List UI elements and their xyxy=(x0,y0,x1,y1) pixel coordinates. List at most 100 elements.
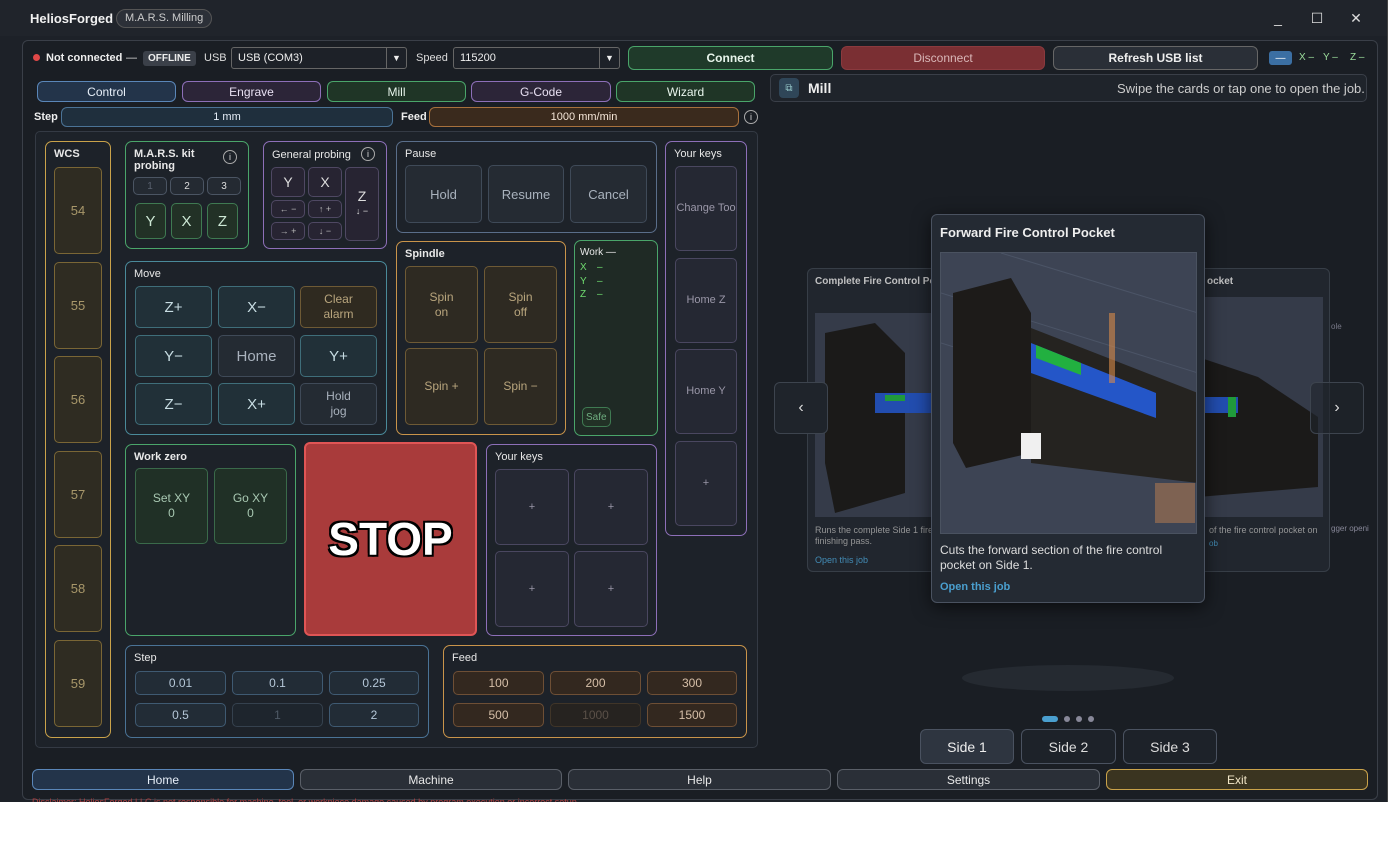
job-card-right[interactable]: ocket ole of the fire control pocket on … xyxy=(1190,268,1342,572)
custom-key-2[interactable]: + xyxy=(574,469,648,545)
footer-help-button[interactable]: Help xyxy=(568,769,831,790)
speed-select-value: 115200 xyxy=(460,52,496,64)
wcs-58-button[interactable]: 58 xyxy=(54,545,102,632)
step-001-button[interactable]: 0.01 xyxy=(135,671,226,695)
wcs-56-button[interactable]: 56 xyxy=(54,356,102,443)
custom-key-1[interactable]: + xyxy=(495,469,569,545)
spin-minus-button[interactable]: Spin − xyxy=(484,348,557,425)
set-xy-zero-button[interactable]: Set XY 0 xyxy=(135,468,208,544)
safe-button[interactable]: Safe xyxy=(582,407,611,427)
close-window-button[interactable]: ✕ xyxy=(1346,8,1366,28)
carousel-dot[interactable] xyxy=(1064,716,1070,722)
feed-value-field[interactable]: 1000 mm/min xyxy=(429,107,739,127)
minimize-button[interactable]: _ xyxy=(1268,8,1288,28)
carousel-dot[interactable] xyxy=(1076,716,1082,722)
job-card-right-link[interactable]: ob xyxy=(1209,539,1218,548)
mars-probe-3-button[interactable]: 3 xyxy=(207,177,241,195)
footer-exit-button[interactable]: Exit xyxy=(1106,769,1368,790)
tab-control[interactable]: Control xyxy=(37,81,176,102)
step-1-button[interactable]: 1 xyxy=(232,703,323,727)
step-01-button[interactable]: 0.1 xyxy=(232,671,323,695)
hold-button[interactable]: Hold xyxy=(405,165,482,223)
side-2-tab[interactable]: Side 2 xyxy=(1021,729,1116,764)
usb-select[interactable]: USB (COM3) ▼ xyxy=(231,47,407,69)
tab-wizard[interactable]: Wizard xyxy=(616,81,755,102)
carousel-dot[interactable] xyxy=(1088,716,1094,722)
probe-right-button[interactable]: → + xyxy=(271,222,305,240)
home-button[interactable]: Home xyxy=(218,335,295,377)
tab-mill[interactable]: Mill xyxy=(327,81,466,102)
wcs-54-button[interactable]: 54 xyxy=(54,167,102,254)
tab-gcode[interactable]: G-Code xyxy=(471,81,611,102)
collapse-button[interactable]: — xyxy=(1269,51,1292,65)
job-card-left[interactable]: Complete Fire Control Poc Runs the compl… xyxy=(807,268,947,572)
job-card-center-link[interactable]: Open this job xyxy=(940,581,1010,593)
spin-plus-button[interactable]: Spin + xyxy=(405,348,478,425)
jog-x-plus-button[interactable]: X+ xyxy=(218,383,295,425)
home-y-key[interactable]: Home Y xyxy=(675,349,737,434)
connect-button[interactable]: Connect xyxy=(628,46,833,70)
disconnect-button[interactable]: Disconnect xyxy=(841,46,1045,70)
jog-y-minus-button[interactable]: Y− xyxy=(135,335,212,377)
job-card-left-link[interactable]: Open this job xyxy=(815,555,868,565)
footer-machine-button[interactable]: Machine xyxy=(300,769,562,790)
change-tool-key[interactable]: Change Too xyxy=(675,166,737,251)
info-icon[interactable]: i xyxy=(744,110,758,124)
probe-y-button[interactable]: Y xyxy=(271,167,305,197)
hold-jog-button[interactable]: Hold jog xyxy=(300,383,377,425)
mars-probe-1-button[interactable]: 1 xyxy=(133,177,167,195)
probe-x-button[interactable]: X xyxy=(308,167,342,197)
mars-probe-2-button[interactable]: 2 xyxy=(170,177,204,195)
jog-z-plus-button[interactable]: Z+ xyxy=(135,286,212,328)
feed-1500-button[interactable]: 1500 xyxy=(647,703,737,727)
maximize-button[interactable]: ☐ xyxy=(1307,8,1327,28)
mars-probe-x-button[interactable]: X xyxy=(171,203,202,239)
speed-select[interactable]: 115200 ▼ xyxy=(453,47,620,69)
add-key-button[interactable]: + xyxy=(675,441,737,526)
wcs-57-button[interactable]: 57 xyxy=(54,451,102,538)
cancel-button[interactable]: Cancel xyxy=(570,165,647,223)
job-card-center[interactable]: Forward Fire Control Pocket Cuts the for… xyxy=(931,214,1205,603)
step-value-field[interactable]: 1 mm xyxy=(61,107,393,127)
probe-down-button[interactable]: ↓ − xyxy=(308,222,342,240)
feed-300-button[interactable]: 300 xyxy=(647,671,737,695)
home-z-key[interactable]: Home Z xyxy=(675,258,737,343)
probe-z-button[interactable]: Z ↓ − xyxy=(345,167,379,241)
jog-y-plus-button[interactable]: Y+ xyxy=(300,335,377,377)
spin-off-button[interactable]: Spin off xyxy=(484,266,557,343)
footer-settings-button[interactable]: Settings xyxy=(837,769,1100,790)
feed-500-button[interactable]: 500 xyxy=(453,703,544,727)
mars-probe-z-button[interactable]: Z xyxy=(207,203,238,239)
jog-x-minus-button[interactable]: X− xyxy=(218,286,295,328)
probe-left-button[interactable]: ← − xyxy=(271,200,305,218)
mars-probe-y-button[interactable]: Y xyxy=(135,203,166,239)
carousel-prev-button[interactable]: ‹ xyxy=(774,382,828,434)
go-xy-zero-button[interactable]: Go XY 0 xyxy=(214,468,287,544)
info-icon[interactable]: i xyxy=(223,150,237,164)
step-025-button[interactable]: 0.25 xyxy=(329,671,419,695)
footer-home-button[interactable]: Home xyxy=(32,769,294,790)
step-05-button[interactable]: 0.5 xyxy=(135,703,226,727)
refresh-usb-button[interactable]: Refresh USB list xyxy=(1053,46,1258,70)
custom-key-3[interactable]: + xyxy=(495,551,569,627)
wcs-59-button[interactable]: 59 xyxy=(54,640,102,727)
tab-engrave[interactable]: Engrave xyxy=(182,81,321,102)
side-3-tab[interactable]: Side 3 xyxy=(1123,729,1217,764)
feed-200-button[interactable]: 200 xyxy=(550,671,641,695)
carousel-dot-active[interactable] xyxy=(1042,716,1058,722)
spin-on-button[interactable]: Spin on xyxy=(405,266,478,343)
step-2-button[interactable]: 2 xyxy=(329,703,419,727)
probe-up-button[interactable]: ↑ + xyxy=(308,200,342,218)
resume-button[interactable]: Resume xyxy=(488,165,564,223)
wcs-55-button[interactable]: 55 xyxy=(54,262,102,349)
job-card-right-extra2: gger openi xyxy=(1331,524,1369,533)
jog-z-minus-button[interactable]: Z− xyxy=(135,383,212,425)
feed-100-button[interactable]: 100 xyxy=(453,671,544,695)
emergency-stop-button[interactable]: STOP xyxy=(304,442,477,636)
side-1-tab[interactable]: Side 1 xyxy=(920,729,1014,764)
carousel-next-button[interactable]: › xyxy=(1310,382,1364,434)
custom-key-4[interactable]: + xyxy=(574,551,648,627)
info-icon[interactable]: i xyxy=(361,147,375,161)
feed-1000-button[interactable]: 1000 xyxy=(550,703,641,727)
clear-alarm-button[interactable]: Clear alarm xyxy=(300,286,377,328)
